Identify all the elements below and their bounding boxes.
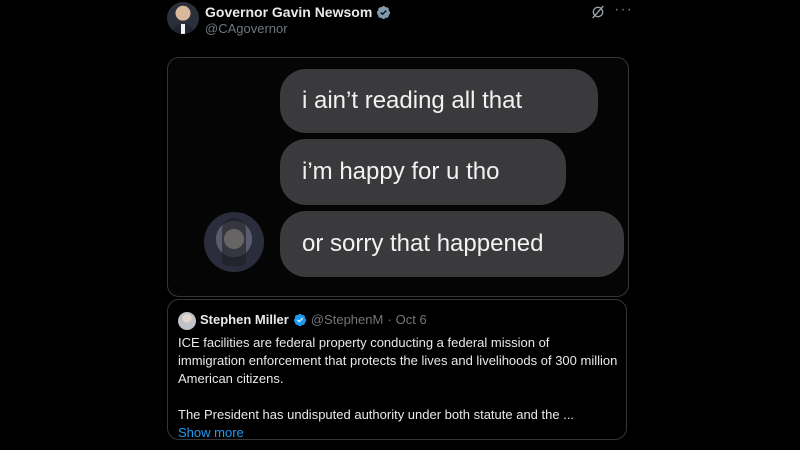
tweet: Governor Gavin Newsom @CAgovernor ··· i … xyxy=(153,0,643,450)
quoted-tweet[interactable]: Stephen Miller @StephenM · Oct 6 ICE fac… xyxy=(167,299,627,440)
quote-body: ICE facilities are federal property cond… xyxy=(178,334,618,442)
chat-bubble: i’m happy for u tho xyxy=(280,139,566,205)
chat-avatar xyxy=(204,212,264,272)
author-name-row: Governor Gavin Newsom xyxy=(205,4,391,20)
author-avatar[interactable] xyxy=(167,2,199,34)
quote-author-handle[interactable]: @StephenM xyxy=(311,312,383,327)
quote-author-name[interactable]: Stephen Miller xyxy=(200,312,289,327)
quote-separator: · xyxy=(387,312,392,327)
author-display-name[interactable]: Governor Gavin Newsom xyxy=(205,4,372,20)
verified-badge-icon xyxy=(293,313,306,326)
quote-text-paragraph: The President has undisputed authority u… xyxy=(178,407,575,422)
quote-text-paragraph: ICE facilities are federal property cond… xyxy=(178,335,618,386)
author-handle[interactable]: @CAgovernor xyxy=(205,21,288,36)
tweet-image[interactable]: i ain’t reading all that i’m happy for u… xyxy=(167,57,629,297)
more-icon[interactable]: ··· xyxy=(614,2,633,18)
chat-bubble: i ain’t reading all that xyxy=(280,69,598,133)
quote-author-avatar[interactable] xyxy=(178,312,196,330)
show-more-link[interactable]: Show more xyxy=(178,425,244,440)
quote-date[interactable]: Oct 6 xyxy=(396,312,427,327)
grok-icon[interactable] xyxy=(590,4,606,20)
verified-badge-icon xyxy=(377,5,391,19)
quote-header: Stephen Miller @StephenM · Oct 6 xyxy=(200,312,427,327)
chat-bubble: or sorry that happened xyxy=(280,211,624,277)
